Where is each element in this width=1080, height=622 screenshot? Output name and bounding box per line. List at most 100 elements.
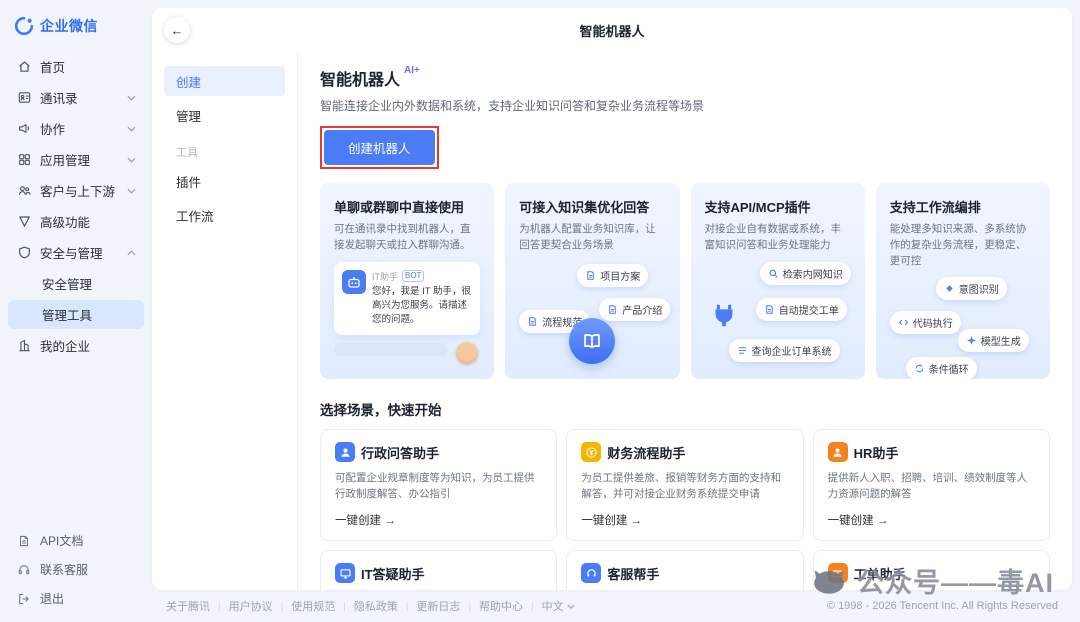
feature-card-desc: 可在通讯录中找到机器人，直接发起聊天或拉入群聊沟通。 xyxy=(334,222,480,254)
annotation-highlight: 创建机器人 xyxy=(320,126,439,169)
sidebar-item-label: API文档 xyxy=(40,532,83,549)
scenario-card-hr: HR助手提供新人入职、招聘、培训、绩效制度等人力资源问题的解答一键创建 → xyxy=(813,429,1050,541)
subnav-item-plugins[interactable]: 插件 xyxy=(164,166,285,196)
footer-link[interactable]: 更新日志 xyxy=(416,598,460,614)
sidebar-item-security-management[interactable]: 安全管理 xyxy=(8,269,144,298)
chevron-down-icon xyxy=(127,126,136,132)
chevron-down-icon xyxy=(567,604,575,609)
feature-card-title: 单聊或群聊中直接使用 xyxy=(334,197,480,216)
separator: | xyxy=(468,601,471,612)
scenario-card-admin-qa: 行政问答助手可配置企业规章制度等为知识，为员工提供行政制度解答、办公指引一键创建… xyxy=(320,429,557,541)
footer-link[interactable]: 用户协议 xyxy=(229,598,273,614)
sidebar-item-label: 客户与上下游 xyxy=(40,181,115,200)
sidebar-item-label: 安全与管理 xyxy=(40,243,103,262)
page-title: 智能机器人 xyxy=(320,66,400,90)
person-icon xyxy=(828,442,848,462)
footer-link[interactable]: 隐私政策 xyxy=(354,598,398,614)
feature-cards: 单聊或群聊中直接使用可在通讯录中找到机器人，直接发起聊天或拉入群聊沟通。 IT助手… xyxy=(320,183,1050,379)
subnav-group-items: 插件工作流 xyxy=(164,166,285,230)
separator: | xyxy=(406,601,409,612)
scenario-grid-2: IT答疑助手为员工提供软件使用、系统安全、故障排查客服帮手可通过插件对接企业内部… xyxy=(320,550,1050,590)
robot-avatar-icon xyxy=(342,270,366,294)
sidebar-item-customers[interactable]: 客户与上下游 xyxy=(8,176,144,205)
bot-name: IT助手 xyxy=(372,270,398,283)
tag-pill: 自动提交工单 xyxy=(756,298,847,321)
footer-link[interactable]: 使用规范 xyxy=(291,598,335,614)
back-button[interactable]: ← xyxy=(164,17,190,43)
apps-icon xyxy=(16,152,32,168)
feature-card-direct-chat: 单聊或群聊中直接使用可在通讯录中找到机器人，直接发起聊天或拉入群聊沟通。 IT助手… xyxy=(320,183,494,379)
tag-pill: 产品介绍 xyxy=(599,298,670,321)
code-icon xyxy=(898,317,909,328)
sidebar-item-label: 应用管理 xyxy=(40,150,90,169)
scenario-card-desc: 提供新人入职、招聘、培训、绩效制度等人力资源问题的解答 xyxy=(828,470,1035,512)
headset-icon xyxy=(581,563,601,583)
sidebar-item-label: 我的企业 xyxy=(40,336,90,355)
doc-icon xyxy=(764,304,775,315)
scenario-card-desc: 可配置企业规章制度等为知识，为员工提供行政制度解答、办公指引 xyxy=(335,470,542,512)
sidebar-item-management-tools[interactable]: 管理工具 xyxy=(8,300,144,329)
scenario-section-title: 选择场景，快速开始 xyxy=(320,399,1050,419)
tag-pill: 意图识别 xyxy=(936,277,1007,300)
advanced-icon xyxy=(16,214,32,230)
chevron-down-icon xyxy=(127,157,136,163)
language-selector[interactable]: 中文 xyxy=(542,598,575,614)
loop-icon xyxy=(914,363,925,374)
scenario-card-title: 工单助手 xyxy=(854,564,906,583)
page-footer: 关于腾讯|用户协议|使用规范|隐私政策|更新日志|帮助中心|中文 © 1998 … xyxy=(152,590,1072,622)
footer-link[interactable]: 关于腾讯 xyxy=(166,598,210,614)
scenario-card-service: 客服帮手可通过插件对接企业内部商品、订单、客户等数 xyxy=(566,550,803,590)
sidebar-item-label: 管理工具 xyxy=(42,305,92,324)
bot-badge: BOT xyxy=(402,270,424,282)
one-click-create-link[interactable]: 一键创建 → xyxy=(335,512,542,528)
subnav-item-create[interactable]: 创建 xyxy=(164,66,285,96)
plug-icon xyxy=(709,300,739,330)
chat-preview: IT助手 BOT 您好，我是 IT 助手，很高兴为您服务。请描述您的问题。 xyxy=(334,262,480,336)
tag-pill: 模型生成 xyxy=(958,329,1029,352)
sidebar-item-home[interactable]: 首页 xyxy=(8,52,144,81)
search-icon xyxy=(768,268,779,279)
sidebar-item-logout[interactable]: 退出 xyxy=(8,585,144,612)
one-click-create-link[interactable]: 一键创建 → xyxy=(581,512,788,528)
bot-message: 您好，我是 IT 助手，很高兴为您服务。请描述您的问题。 xyxy=(372,285,472,328)
yen-coin-icon xyxy=(581,442,601,462)
sidebar-item-api-docs[interactable]: API文档 xyxy=(8,527,144,554)
enterprise-icon xyxy=(16,338,32,354)
sidebar-item-app-management[interactable]: 应用管理 xyxy=(8,145,144,174)
one-click-create-link[interactable]: 一键创建 → xyxy=(828,512,1035,528)
person-icon xyxy=(335,442,355,462)
subnav-main-items: 创建管理 xyxy=(164,66,285,130)
sidebar-item-contact-support[interactable]: 联系客服 xyxy=(8,556,144,583)
sidebar-item-label: 联系客服 xyxy=(40,561,88,578)
subnav-item-manage[interactable]: 管理 xyxy=(164,100,285,130)
scenario-card-desc: 为员工提供差旅、报销等财务方面的支持和解答，并可对接企业财务系统提交申请 xyxy=(581,470,788,512)
subnav-item-workflow[interactable]: 工作流 xyxy=(164,200,285,230)
support-icon xyxy=(16,562,32,578)
separator: | xyxy=(218,601,221,612)
copyright: © 1998 - 2026 Tencent Inc. All Rights Re… xyxy=(827,600,1058,612)
sidebar-item-security[interactable]: 安全与管理 xyxy=(8,238,144,267)
create-robot-button[interactable]: 创建机器人 xyxy=(324,130,435,165)
feature-card-title: 可接入知识集优化回答 xyxy=(519,197,665,216)
logo-text: 企业微信 xyxy=(40,16,98,36)
sidebar: 企业微信 首页通讯录协作应用管理客户与上下游高级功能安全与管理安全管理管理工具我… xyxy=(0,0,152,622)
book-icon xyxy=(569,318,615,364)
sidebar-item-contacts[interactable]: 通讯录 xyxy=(8,83,144,112)
security-icon xyxy=(16,245,32,261)
sidebar-item-label: 退出 xyxy=(40,590,64,607)
tag-pill: 检索内网知识 xyxy=(760,262,851,285)
tag-pill: 条件循环 xyxy=(906,357,977,379)
monitor-icon xyxy=(335,563,355,583)
sidebar-item-collaboration[interactable]: 协作 xyxy=(8,114,144,143)
chat-input-strip xyxy=(334,343,448,356)
feature-card-plugins: 支持API/MCP插件对接企业自有数据或系统，丰富知识问答和业务处理能力检索内网… xyxy=(691,183,865,379)
sidebar-item-my-enterprise[interactable]: 我的企业 xyxy=(8,331,144,360)
scenario-card-title: 行政问答助手 xyxy=(361,443,439,462)
scenario-grid-1: 行政问答助手可配置企业规章制度等为知识，为员工提供行政制度解答、办公指引一键创建… xyxy=(320,429,1050,541)
sidebar-item-label: 协作 xyxy=(40,119,65,138)
scenario-card-title: 财务流程助手 xyxy=(607,443,685,462)
footer-link[interactable]: 帮助中心 xyxy=(479,598,523,614)
sub-navigation: 创建管理 工具 插件工作流 xyxy=(152,52,298,590)
sidebar-item-advanced-features[interactable]: 高级功能 xyxy=(8,207,144,236)
content-area: 智能机器人 AI+ 智能连接企业内外数据和系统，支持企业知识问答和复杂业务流程等… xyxy=(298,52,1072,590)
